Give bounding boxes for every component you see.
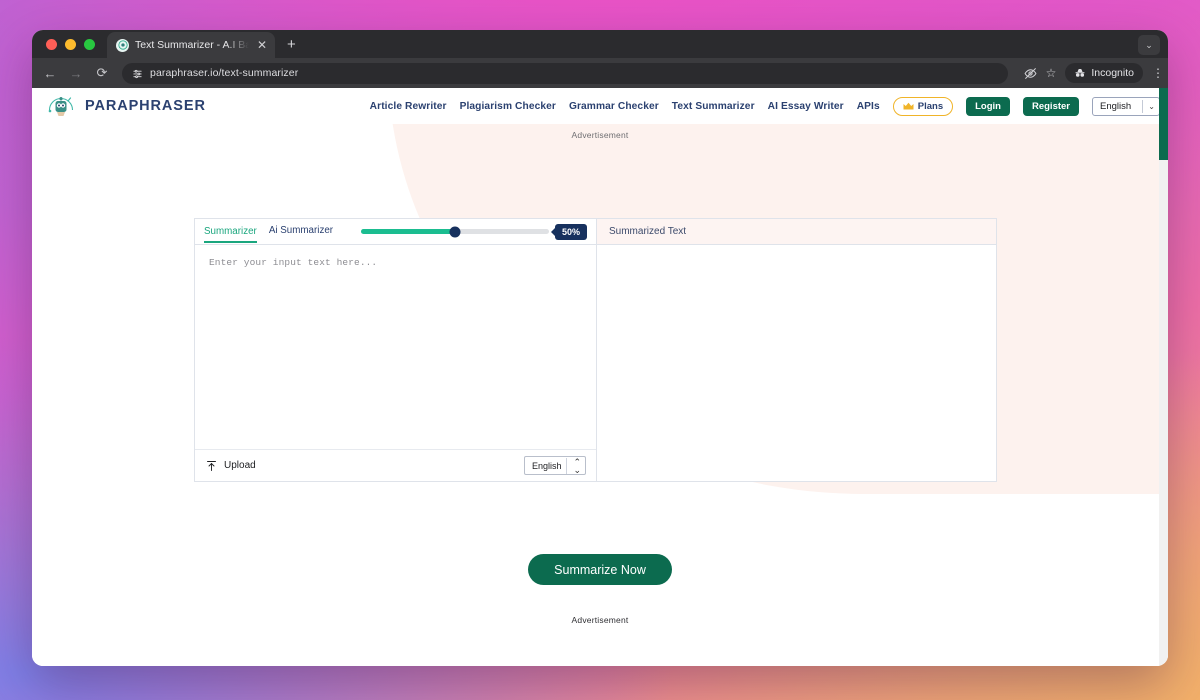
reload-button[interactable]: ⟳ bbox=[94, 65, 110, 81]
slider-track[interactable] bbox=[361, 226, 549, 237]
input-textarea[interactable]: Enter your input text here... bbox=[195, 245, 596, 449]
output-textarea[interactable] bbox=[597, 245, 996, 481]
browser-tab-title: Text Summarizer - A.I Based bbox=[135, 39, 249, 51]
page-viewport: PARAPHRASER Article Rewriter Plagiarism … bbox=[32, 88, 1168, 666]
advertisement-label-bottom-container: Advertisement bbox=[32, 610, 1168, 628]
login-button[interactable]: Login bbox=[966, 96, 1010, 116]
upload-label: Upload bbox=[224, 460, 256, 471]
browser-toolbar: ← → ⟳ paraphraser.io/text-summarizer ☆ I… bbox=[32, 58, 1168, 88]
browser-tab-strip: Text Summarizer - A.I Based ✕ + ⌄ bbox=[32, 30, 1168, 58]
plans-button[interactable]: Plans bbox=[892, 96, 954, 116]
bookmark-star-icon[interactable]: ☆ bbox=[1046, 66, 1057, 80]
back-button[interactable]: ← bbox=[42, 66, 58, 81]
summary-length-slider[interactable]: 50% bbox=[361, 223, 587, 240]
summarizer-tool: Summarizer Ai Summarizer 50% Enter your … bbox=[194, 218, 998, 482]
register-button[interactable]: Register bbox=[1022, 96, 1079, 116]
browser-menu-icon[interactable]: ⋮ bbox=[1152, 67, 1164, 79]
forward-button[interactable]: → bbox=[68, 66, 84, 81]
upload-icon bbox=[206, 460, 217, 472]
input-placeholder: Enter your input text here... bbox=[209, 257, 378, 268]
nav-link-plagiarism-checker[interactable]: Plagiarism Checker bbox=[460, 101, 556, 112]
incognito-icon bbox=[1074, 68, 1086, 78]
tune-icon[interactable] bbox=[132, 68, 143, 79]
brand-logo[interactable]: PARAPHRASER bbox=[46, 92, 206, 120]
header-language-select[interactable]: English ⌄ bbox=[1092, 96, 1160, 116]
nav-link-ai-essay-writer[interactable]: AI Essay Writer bbox=[768, 101, 844, 112]
output-panel-header: Summarized Text bbox=[597, 219, 996, 245]
maximize-window-button[interactable] bbox=[84, 39, 95, 50]
brand-name: PARAPHRASER bbox=[85, 98, 206, 114]
incognito-label: Incognito bbox=[1091, 67, 1134, 79]
close-window-button[interactable] bbox=[46, 39, 57, 50]
summarize-now-button[interactable]: Summarize Now bbox=[528, 554, 672, 585]
chevron-down-icon[interactable]: ⌄ bbox=[1138, 35, 1160, 55]
login-button-label: Login bbox=[975, 100, 1001, 112]
address-bar-url: paraphraser.io/text-summarizer bbox=[150, 67, 299, 79]
tab-summarizer[interactable]: Summarizer bbox=[204, 226, 257, 243]
input-panel: Summarizer Ai Summarizer 50% Enter your … bbox=[194, 218, 597, 482]
site-header: PARAPHRASER Article Rewriter Plagiarism … bbox=[32, 88, 1168, 124]
window-traffic-lights bbox=[32, 39, 107, 58]
slider-fill bbox=[361, 229, 456, 234]
close-icon[interactable]: ✕ bbox=[255, 39, 269, 51]
cta-container: Summarize Now bbox=[32, 554, 1168, 585]
input-language-value: English bbox=[532, 460, 562, 471]
page-body: Advertisement Summarizer Ai Summarizer 5… bbox=[32, 124, 1168, 666]
robot-icon bbox=[116, 38, 129, 52]
output-panel-title: Summarized Text bbox=[609, 226, 687, 237]
header-language-value: English bbox=[1100, 100, 1132, 112]
input-panel-footer: Upload English ⌃ ⌄ bbox=[195, 449, 596, 481]
robot-mascot-icon bbox=[46, 92, 76, 120]
toolbar-right-actions: ☆ Incognito ⋮ bbox=[1018, 63, 1164, 83]
advertisement-label-bottom: Advertisement bbox=[571, 615, 629, 625]
tab-ai-summarizer[interactable]: Ai Summarizer bbox=[269, 225, 333, 238]
chevron-updown-icon: ⌃ ⌄ bbox=[566, 457, 581, 474]
minimize-window-button[interactable] bbox=[65, 39, 76, 50]
address-bar[interactable]: paraphraser.io/text-summarizer bbox=[122, 62, 1008, 84]
input-panel-header: Summarizer Ai Summarizer 50% bbox=[195, 219, 596, 245]
page-scrollbar-thumb[interactable] bbox=[1159, 88, 1168, 160]
browser-window: Text Summarizer - A.I Based ✕ + ⌄ ← → ⟳ … bbox=[32, 30, 1168, 666]
nav-link-article-rewriter[interactable]: Article Rewriter bbox=[370, 101, 447, 112]
register-button-label: Register bbox=[1031, 100, 1070, 112]
slider-value-badge: 50% bbox=[554, 223, 587, 240]
output-panel: Summarized Text bbox=[596, 218, 997, 482]
input-language-select[interactable]: English ⌃ ⌄ bbox=[524, 456, 586, 475]
crown-icon bbox=[903, 102, 914, 111]
new-tab-button[interactable]: + bbox=[287, 36, 296, 53]
chevron-down-icon: ⌄ bbox=[1142, 99, 1155, 113]
advertisement-label-top: Advertisement bbox=[571, 130, 629, 140]
summarize-now-label: Summarize Now bbox=[554, 562, 646, 577]
nav-link-grammar-checker[interactable]: Grammar Checker bbox=[569, 101, 659, 112]
nav-link-apis[interactable]: APIs bbox=[857, 101, 880, 112]
incognito-indicator[interactable]: Incognito bbox=[1065, 63, 1143, 83]
browser-tab[interactable]: Text Summarizer - A.I Based ✕ bbox=[107, 32, 275, 58]
slider-thumb[interactable] bbox=[449, 226, 461, 237]
upload-button[interactable]: Upload bbox=[206, 460, 256, 472]
plans-button-label: Plans bbox=[917, 100, 944, 112]
nav-link-text-summarizer[interactable]: Text Summarizer bbox=[672, 101, 755, 112]
eye-slash-icon[interactable] bbox=[1024, 67, 1037, 80]
page-scrollbar[interactable] bbox=[1159, 88, 1168, 666]
site-navigation: Article Rewriter Plagiarism Checker Gram… bbox=[370, 96, 1160, 116]
